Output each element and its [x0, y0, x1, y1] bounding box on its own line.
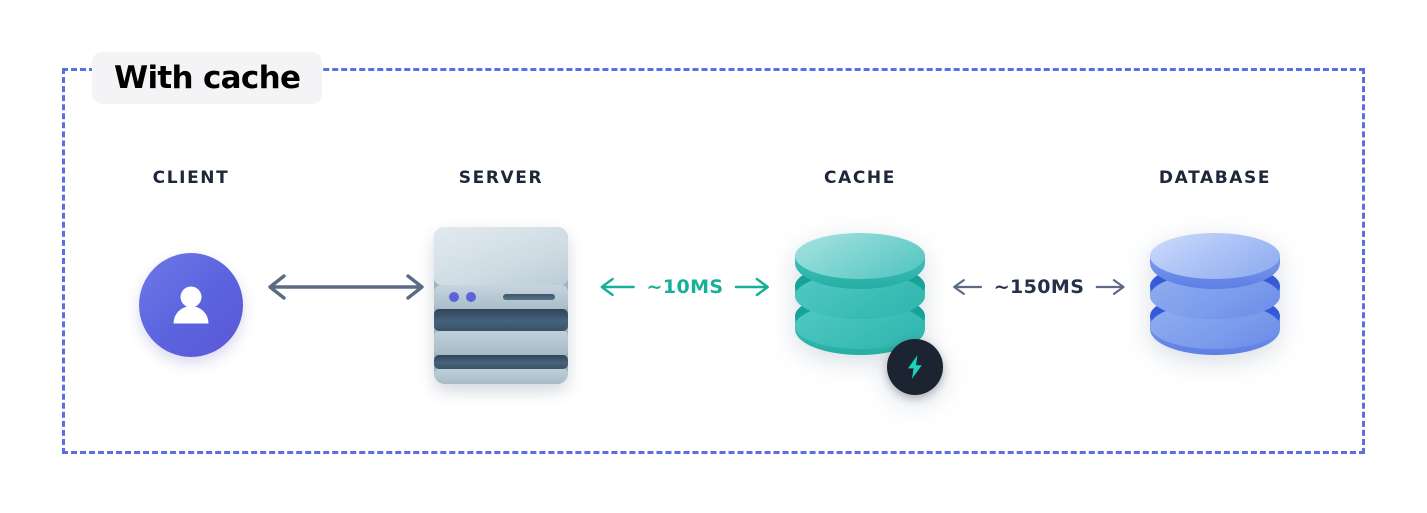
connection-server-cache-label: ~10MS	[646, 276, 724, 298]
server-rack-unit	[434, 330, 568, 355]
node-database-art	[1100, 210, 1330, 400]
lightning-bolt-icon	[887, 339, 943, 395]
node-server-label: SERVER	[458, 168, 544, 188]
node-cache-art	[745, 210, 975, 400]
server-top-panel	[434, 226, 568, 285]
node-server-art	[386, 210, 616, 400]
node-cache-label: CACHE	[824, 168, 896, 188]
arrow-left-icon	[600, 277, 635, 297]
server-rack-unit	[434, 308, 568, 331]
server-rack-icon	[434, 226, 568, 384]
database-cylinder-icon	[1150, 229, 1280, 381]
cylinder-top-face	[1150, 233, 1280, 279]
server-drive-slot	[503, 293, 555, 300]
diagram-title-badge: With cache	[92, 52, 323, 104]
node-cache: CACHE	[745, 168, 975, 400]
user-avatar-icon	[139, 253, 243, 357]
node-client-art	[76, 210, 306, 400]
node-client-label: CLIENT	[152, 168, 230, 188]
cache-architecture-diagram: With cache CLIENT SERVER ~10MS CACHE ~15…	[0, 0, 1427, 513]
diagram-title: With cache	[114, 60, 301, 96]
arrow-left-icon	[953, 279, 983, 295]
node-database-label: DATABASE	[1158, 168, 1272, 188]
server-front-bay	[434, 284, 568, 309]
database-cylinder-icon	[795, 229, 943, 395]
node-database: DATABASE	[1100, 168, 1330, 400]
server-led-indicator	[449, 291, 459, 302]
node-server: SERVER	[386, 168, 616, 400]
server-rack-unit	[434, 354, 568, 369]
cylinder-top-face	[795, 233, 925, 279]
connection-cache-database-label: ~150MS	[993, 276, 1085, 298]
server-led-indicator	[466, 291, 476, 302]
server-rack-unit	[434, 368, 568, 384]
